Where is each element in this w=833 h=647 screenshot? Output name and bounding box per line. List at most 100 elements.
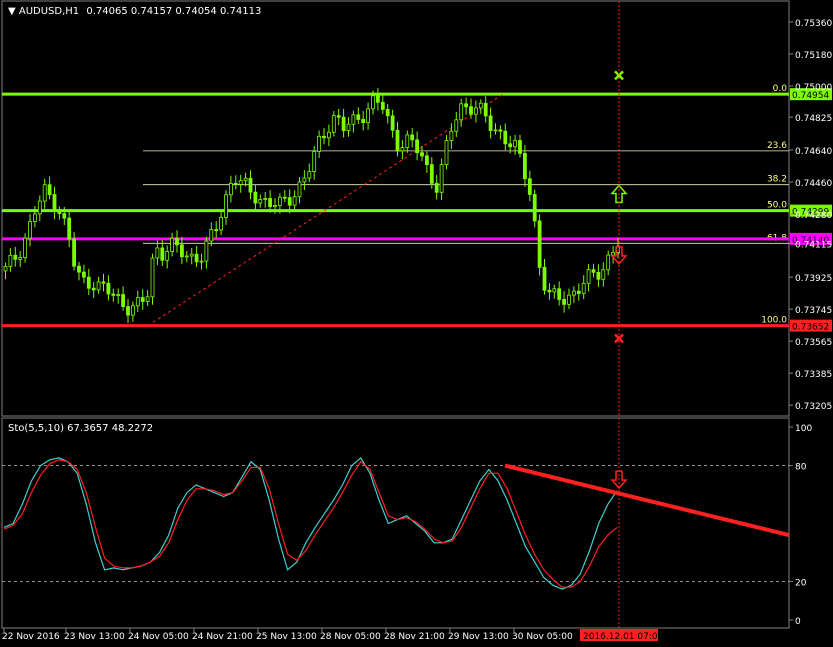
candle-body bbox=[160, 247, 165, 261]
candle-body bbox=[596, 271, 601, 280]
candle-body bbox=[106, 282, 111, 295]
candle-body bbox=[140, 297, 145, 302]
candle-body bbox=[165, 251, 170, 261]
candle-body bbox=[527, 178, 532, 195]
candle-body bbox=[606, 254, 611, 271]
candle-body bbox=[13, 254, 18, 260]
stochastic-tick-label: 0 bbox=[795, 617, 801, 627]
title-arrow-icon: ▼ bbox=[8, 6, 19, 17]
candle-body bbox=[179, 244, 184, 258]
candle-body bbox=[57, 210, 62, 215]
candle-body bbox=[375, 95, 380, 103]
candle-body bbox=[488, 115, 493, 131]
candle-body bbox=[493, 129, 498, 132]
price-tick-label: 0.74640 bbox=[795, 147, 832, 157]
price-tick-label: 0.73205 bbox=[795, 402, 832, 412]
candle-body bbox=[611, 252, 615, 256]
candle-body bbox=[91, 287, 96, 291]
level-price-label: 0.73652 bbox=[792, 323, 829, 333]
candle-body bbox=[77, 265, 81, 273]
stochastic-tick-label: 20 bbox=[795, 578, 807, 588]
candle-body bbox=[322, 135, 326, 139]
candle-body bbox=[8, 254, 13, 267]
price-tick-label: 0.74115 bbox=[795, 240, 832, 250]
candle-body bbox=[503, 130, 508, 145]
candle-body bbox=[449, 130, 454, 141]
candle-body bbox=[248, 177, 253, 193]
candle-body bbox=[3, 266, 8, 272]
candle-body bbox=[33, 213, 37, 223]
candle-body bbox=[385, 108, 390, 117]
candle-body bbox=[557, 288, 562, 300]
candle-body bbox=[150, 257, 155, 298]
candle-body bbox=[253, 191, 258, 204]
candle-body bbox=[346, 123, 351, 131]
candle-body bbox=[96, 281, 101, 291]
time-tick-label: 29 Nov 13:00 bbox=[448, 632, 509, 642]
candle-body bbox=[317, 135, 322, 152]
candle-body bbox=[361, 119, 366, 124]
candle-body bbox=[67, 217, 72, 240]
candle-body bbox=[312, 151, 317, 172]
candle-body bbox=[292, 196, 297, 206]
candle-body bbox=[82, 271, 86, 278]
candle-body bbox=[601, 269, 606, 280]
candle-body bbox=[233, 183, 238, 185]
candle-body bbox=[444, 140, 449, 166]
candle-body bbox=[518, 140, 522, 154]
price-tick-label: 0.74825 bbox=[795, 114, 832, 124]
candle-body bbox=[258, 199, 263, 204]
candle-body bbox=[513, 140, 517, 148]
time-tick-label: 25 Nov 13:00 bbox=[256, 632, 317, 642]
candle-body bbox=[400, 147, 405, 152]
candle-body bbox=[228, 183, 233, 196]
candle-body bbox=[498, 129, 503, 132]
candle-body bbox=[307, 171, 312, 179]
candle-body bbox=[42, 184, 47, 202]
price-tick-label: 0.75180 bbox=[795, 51, 832, 61]
candle-body bbox=[72, 238, 76, 267]
candle-body bbox=[576, 290, 581, 294]
background bbox=[0, 0, 833, 647]
candle-body bbox=[351, 114, 356, 125]
cursor-time-label: 2016.12.01 07:00 bbox=[583, 632, 664, 642]
candle-body bbox=[567, 294, 571, 305]
candle-body bbox=[199, 260, 204, 263]
candle-body bbox=[209, 229, 214, 242]
candle-body bbox=[282, 196, 287, 199]
candle-body bbox=[415, 139, 420, 154]
candle-body bbox=[37, 200, 42, 215]
candle-body bbox=[86, 276, 91, 289]
candle-body bbox=[135, 297, 140, 307]
candle-body bbox=[155, 247, 160, 259]
candle-body bbox=[562, 299, 566, 305]
candle-body bbox=[224, 194, 228, 218]
candle-body bbox=[189, 253, 194, 257]
stochastic-tick-label: 100 bbox=[795, 424, 812, 434]
candle-body bbox=[537, 220, 542, 268]
chart-canvas: 0.023.638.250.061.8100.0 0.749540.742990… bbox=[0, 0, 833, 647]
candle-body bbox=[175, 237, 179, 246]
candle-body bbox=[356, 114, 361, 120]
candle-body bbox=[28, 221, 32, 239]
candle-body bbox=[23, 237, 28, 258]
candle-body bbox=[429, 164, 434, 184]
price-tick-label: 0.75360 bbox=[795, 19, 832, 29]
price-tick-label: 0.75000 bbox=[795, 83, 832, 93]
candle-body bbox=[542, 266, 547, 291]
candle-body bbox=[214, 229, 219, 232]
candle-body bbox=[126, 306, 130, 316]
candle-body bbox=[273, 205, 277, 208]
candle-body bbox=[572, 290, 576, 296]
candle-body bbox=[439, 164, 444, 193]
candle-body bbox=[424, 155, 429, 165]
candle-body bbox=[331, 115, 336, 133]
candle-body bbox=[532, 194, 537, 222]
candle-body bbox=[341, 116, 346, 131]
candle-body bbox=[204, 240, 209, 262]
candle-body bbox=[170, 237, 175, 252]
candle-body bbox=[302, 177, 307, 183]
candle-body bbox=[434, 182, 439, 193]
ohlc-values: 0.74065 0.74157 0.74054 0.74113 bbox=[86, 6, 261, 17]
candle-body bbox=[523, 153, 527, 180]
